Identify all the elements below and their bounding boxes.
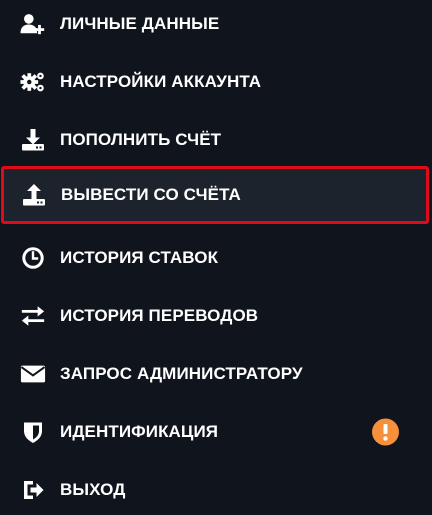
menu-item-label: ВЫВЕСТИ СО СЧЁТА [61, 185, 241, 204]
menu-item-account-settings[interactable]: НАСТРОЙКИ АККАУНТА [0, 53, 432, 111]
exclamation-icon [383, 424, 388, 441]
sign-out-icon [20, 477, 46, 503]
menu-item-admin-request[interactable]: ЗАПРОС АДМИНИСТРАТОРУ [0, 345, 432, 403]
warning-badge [372, 418, 399, 446]
menu-item-label: ПОПОЛНИТЬ СЧЁТ [60, 130, 222, 149]
menu-item-label: ИСТОРИЯ СТАВОК [60, 248, 219, 267]
envelope-icon [20, 361, 46, 387]
menu-item-bet-history[interactable]: ИСТОРИЯ СТАВОК [0, 229, 432, 287]
menu-item-personal-data[interactable]: ЛИЧНЫЕ ДАННЫЕ [0, 0, 432, 53]
menu-item-label: ЛИЧНЫЕ ДАННЫЕ [60, 14, 220, 33]
menu-item-identification[interactable]: ИДЕНТИФИКАЦИЯ [0, 403, 432, 461]
clock-icon [20, 245, 46, 271]
shield-icon [20, 419, 46, 445]
menu-item-label: ИДЕНТИФИКАЦИЯ [60, 422, 219, 441]
gears-icon [20, 69, 46, 95]
menu-item-transfer-history[interactable]: ИСТОРИЯ ПЕРЕВОДОВ [0, 287, 432, 345]
menu-item-label: ИСТОРИЯ ПЕРЕВОДОВ [60, 306, 259, 325]
download-tray-icon [20, 127, 46, 153]
menu-item-deposit[interactable]: ПОПОЛНИТЬ СЧЁТ [0, 111, 432, 169]
transfer-arrows-icon [20, 303, 46, 329]
upload-tray-icon [21, 182, 47, 208]
user-add-icon [20, 11, 46, 37]
menu-item-label: ЗАПРОС АДМИНИСТРАТОРУ [60, 364, 303, 383]
menu-item-logout[interactable]: ВЫХОД [0, 461, 432, 515]
menu-item-label: ВЫХОД [60, 480, 126, 499]
menu-item-label: НАСТРОЙКИ АККАУНТА [60, 72, 262, 91]
account-menu: ЛИЧНЫЕ ДАННЫЕ НАСТРОЙКИ АККАУНТА ПОПОЛНИ… [0, 0, 432, 515]
menu-item-withdraw[interactable]: ВЫВЕСТИ СО СЧЁТА [1, 166, 429, 224]
